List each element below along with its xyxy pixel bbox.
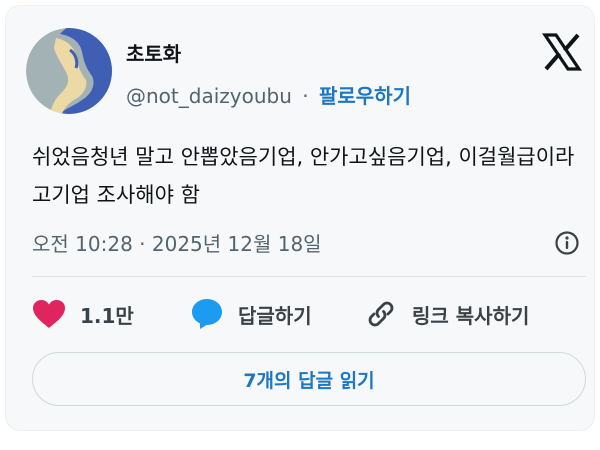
- info-icon[interactable]: [554, 230, 580, 256]
- like-button[interactable]: 1.1만: [32, 296, 134, 332]
- speech-bubble-icon: [192, 299, 222, 329]
- link-icon: [368, 301, 394, 327]
- author-display-name[interactable]: 초토화: [126, 38, 181, 67]
- reply-button[interactable]: 답글하기: [190, 296, 312, 332]
- handle-separator: ·: [302, 84, 309, 108]
- avatar[interactable]: [26, 28, 112, 114]
- timestamp-separator: ·: [139, 232, 146, 256]
- follow-button[interactable]: 팔로우하기: [319, 84, 411, 108]
- tweet-timestamp[interactable]: 오전 10:28 · 2025년 12월 18일: [32, 228, 322, 257]
- like-count: 1.1만: [80, 303, 134, 328]
- read-replies-button[interactable]: 7개의 답글 읽기: [32, 352, 586, 406]
- reply-label: 답글하기: [238, 303, 312, 328]
- x-logo-icon[interactable]: [542, 32, 582, 72]
- read-replies-label: 7개의 답글 읽기: [243, 369, 375, 392]
- divider: [32, 276, 586, 277]
- tweet-date: 2025년 12월 18일: [151, 232, 322, 256]
- heart-icon: [33, 300, 65, 328]
- copy-link-button[interactable]: 링크 복사하기: [364, 296, 529, 332]
- author-handle-row: @not_daizyoubu · 팔로우하기: [126, 80, 411, 109]
- avatar-image: [26, 28, 112, 114]
- copy-link-label: 링크 복사하기: [412, 303, 530, 328]
- author-handle[interactable]: @not_daizyoubu: [126, 84, 292, 108]
- tweet-text: 쉬었음청년 말고 안뽑았음기업, 안가고싶음기업, 이걸월급이라고기업 조사해야…: [32, 145, 575, 207]
- tweet-card: 초토화 @not_daizyoubu · 팔로우하기 쉬었음청년 말고 안뽑았음…: [6, 6, 594, 430]
- tweet-time: 오전 10:28: [32, 232, 133, 256]
